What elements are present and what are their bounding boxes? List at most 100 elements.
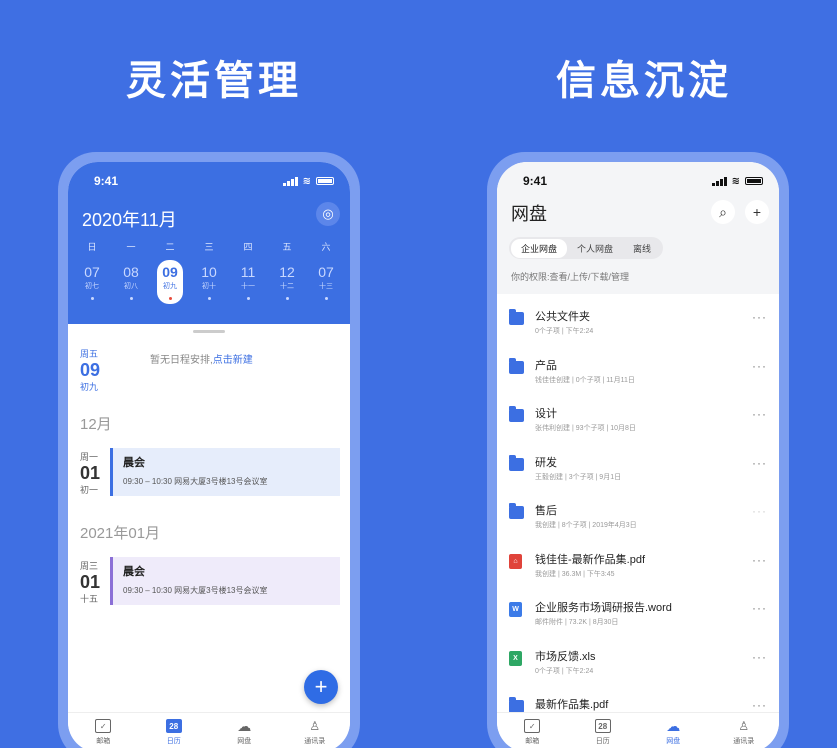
tab-drive[interactable]: ☁ 网盘 [638,713,709,748]
tab-calendar[interactable]: 28 日历 [568,713,639,748]
event-detail: 09:30 – 10:30 网易大厦3号楼13号会议室 [123,586,268,595]
folder-icon [509,309,524,325]
tab-calendar[interactable]: 28 日历 [139,713,210,748]
folder-icon [509,406,524,422]
tab-bar: ✓ 邮箱 28 日历 ☁ 网盘 ♙ 通讯录 [68,712,350,748]
list-item[interactable]: W 企业服务市场调研报告.word 邮件附件 | 73.2K | 8月30日 ··· [497,591,779,640]
create-event-link[interactable]: 点击新建 [213,355,253,366]
empty-schedule-note: 暂无日程安排,点击新建 [150,355,253,366]
calendar-icon: 28 [165,719,182,733]
page-title: 网盘 [511,204,547,224]
day-cell[interactable]: 07 十三 [308,260,344,304]
event-dot [168,297,172,300]
weekday-label: 五 [282,242,292,252]
weekday-label: 一 [126,242,136,252]
day-cell-selected[interactable]: 09 初九 [157,260,183,304]
day-cell[interactable]: 12 十二 [269,260,305,304]
date-label: 周三 01 十五 [80,561,101,604]
wifi-icon: ≋ [731,175,740,187]
agenda-row: 周三 01 十五 晨会 09:30 – 10:30 网易大厦3号楼13号会议室 [68,557,350,613]
mail-icon: ✓ [95,719,112,733]
day-cell[interactable]: 08 初八 [113,260,149,304]
calendar-icon: 28 [594,719,611,733]
more-icon[interactable]: ··· [752,407,767,421]
folder-icon [509,357,524,374]
folder-icon [509,503,524,519]
drive-screen: 9:41 ≋ 网盘 ⌕ + 企业网盘 个人网盘 离线 你的权限:查看/上传/下载… [497,162,779,748]
list-item[interactable]: X 市场反馈.xls 0个子项 | 下午2:24 ··· [497,640,779,689]
agenda-today: 周五 09 初九 暂无日程安排,点击新建 [68,333,350,395]
tab-mail[interactable]: ✓ 邮箱 [497,713,568,748]
tab-offline[interactable]: 离线 [623,239,661,258]
locate-today-icon[interactable]: ◎ [316,202,340,226]
folder-icon [509,454,524,471]
contacts-icon: ♙ [309,719,321,733]
list-item[interactable]: 研发 王毅创建 | 3个子项 | 9月1日 ··· [497,446,779,495]
weekday-label: 三 [204,242,214,252]
tab-mail[interactable]: ✓ 邮箱 [68,713,139,748]
weekday-label: 二 [165,242,175,252]
headline-left: 灵活管理 [126,58,302,104]
permission-note: 你的权限:查看/上传/下载/管理 [511,272,630,282]
tab-contacts[interactable]: ♙ 通讯录 [709,713,780,748]
event-dot [324,297,328,300]
event-card[interactable]: 晨会 09:30 – 10:30 网易大厦3号楼13号会议室 [110,557,340,605]
signal-icon [711,176,727,186]
word-file-icon: W [509,602,522,617]
tab-drive[interactable]: ☁ 网盘 [209,713,280,748]
status-time: 9:41 [523,174,548,188]
calendar-header: 9:41 ≋ 2020年11月 ◎ 日 一 二 三 四 五 六 07 初七 08… [68,162,350,324]
add-icon[interactable]: + [745,200,769,224]
battery-icon [745,177,763,185]
more-icon[interactable]: ··· [752,601,767,615]
cloud-icon: ☁ [237,717,252,734]
calendar-screen: 9:41 ≋ 2020年11月 ◎ 日 一 二 三 四 五 六 07 初七 08… [68,162,350,748]
date-label: 周五 09 初九 [80,349,101,392]
pdf-file-icon: ⌂ [509,553,522,569]
more-icon[interactable]: ··· [752,310,767,324]
event-dot [90,297,94,300]
status-time: 9:41 [94,174,119,188]
event-title: 晨会 [123,566,145,578]
tab-personal-drive[interactable]: 个人网盘 [567,239,623,258]
more-icon[interactable]: ··· [752,553,767,567]
phone-drive: 9:41 ≋ 网盘 ⌕ + 企业网盘 个人网盘 离线 你的权限:查看/上传/下载… [487,152,789,748]
wifi-icon: ≋ [302,175,311,187]
event-detail: 09:30 – 10:30 网易大厦3号楼13号会议室 [123,477,268,486]
agenda-row: 周一 01 初一 晨会 09:30 – 10:30 网易大厦3号楼13号会议室 [68,448,350,504]
add-event-button[interactable]: + [304,670,338,704]
day-cell[interactable]: 10 初十 [191,260,227,304]
battery-icon [316,177,334,185]
tab-bar: ✓ 邮箱 28 日历 ☁ 网盘 ♙ 通讯录 [497,712,779,748]
event-dot [129,297,133,300]
excel-file-icon: X [509,650,522,666]
more-icon[interactable]: ··· [752,504,767,518]
list-item[interactable]: 公共文件夹 0个子项 | 下午2:24 ··· [497,300,779,349]
event-card[interactable]: 晨会 09:30 – 10:30 网易大厦3号楼13号会议室 [110,448,340,496]
more-icon[interactable]: ··· [752,359,767,373]
month-title[interactable]: 2020年11月 [82,206,177,232]
search-icon[interactable]: ⌕ [711,200,735,224]
day-cell[interactable]: 11 十一 [230,260,266,304]
weekday-label: 六 [321,242,331,252]
more-icon[interactable]: ··· [752,698,767,712]
list-item[interactable]: 设计 张伟利创建 | 93个子项 | 10月8日 ··· [497,397,779,446]
week-strip: 07 初七 08 初八 09 初九 10 初十 11 十一 12 十二 07 十三 [74,260,344,304]
list-item[interactable]: 售后 我创建 | 8个子项 | 2019年4月3日 ··· [497,494,779,543]
day-cell[interactable]: 07 初七 [74,260,110,304]
tab-contacts[interactable]: ♙ 通讯录 [280,713,351,748]
list-item[interactable]: 产品 钱佳佳创建 | 0个子项 | 11月11日 ··· [497,349,779,398]
status-bar: 9:41 ≋ [68,162,350,188]
event-dot [246,297,250,300]
phone-calendar: 9:41 ≋ 2020年11月 ◎ 日 一 二 三 四 五 六 07 初七 08… [58,152,360,748]
list-item[interactable]: ⌂ 钱佳佳-最新作品集.pdf 我创建 | 36.3M | 下午3:45 ··· [497,543,779,592]
tab-enterprise-drive[interactable]: 企业网盘 [511,238,568,258]
more-icon[interactable]: ··· [752,456,767,470]
weekday-label: 日 [87,242,97,252]
more-icon[interactable]: ··· [752,650,767,664]
mail-icon: ✓ [524,719,541,733]
weekday-label: 四 [243,242,253,252]
event-dot [207,297,211,300]
drive-segmented-control: 企业网盘 个人网盘 离线 [509,237,664,259]
headline-right: 信息沉淀 [556,58,732,104]
